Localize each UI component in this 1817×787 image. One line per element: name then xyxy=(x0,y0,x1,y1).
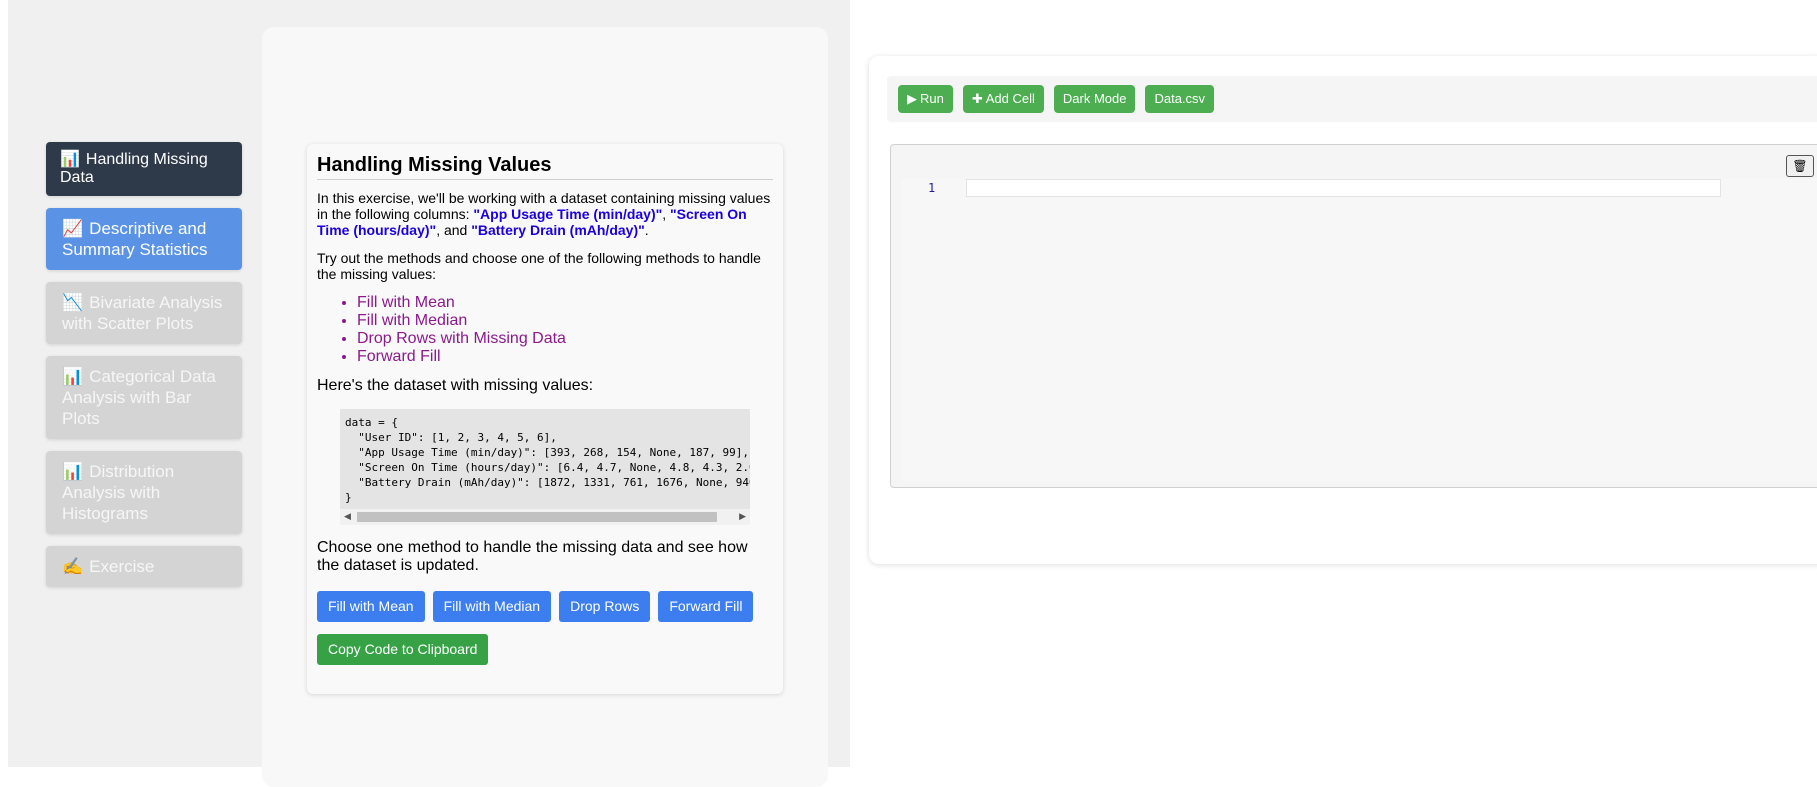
line-number: 1 xyxy=(928,181,936,195)
play-icon: ▶ xyxy=(907,91,917,106)
scroll-left-icon[interactable]: ◀ xyxy=(344,511,351,522)
data-csv-button[interactable]: Data.csv xyxy=(1145,85,1215,113)
drop-rows-button[interactable]: Drop Rows xyxy=(559,591,651,622)
forward-fill-button[interactable]: Forward Fill xyxy=(658,591,754,622)
chart-up-icon: 📈 xyxy=(62,219,84,238)
sidebar-item-handling-missing-data[interactable]: 📊 Handling Missing Data xyxy=(46,142,242,196)
intro-separator: , and xyxy=(436,222,472,238)
run-button[interactable]: ▶ Run xyxy=(898,85,953,113)
method-buttons: Fill with Mean Fill with Median Drop Row… xyxy=(317,591,773,622)
list-item: Fill with Mean xyxy=(357,294,773,312)
sidebar-item-label: Handling Missing Data xyxy=(60,151,208,186)
sidebar-item-categorical-analysis[interactable]: 📊 Categorical Data Analysis with Bar Plot… xyxy=(46,356,242,439)
sidebar-item-exercise[interactable]: ✍️ Exercise xyxy=(46,546,242,587)
add-cell-button[interactable]: ✚ Add Cell xyxy=(962,85,1044,113)
column-name-app-usage: "App Usage Time (min/day)" xyxy=(473,206,663,222)
content-panel: Handling Missing Values In this exercise… xyxy=(262,27,828,787)
bar-chart-icon: 📊 xyxy=(62,462,84,481)
writing-hand-icon: ✍️ xyxy=(62,557,84,576)
choose-method-text: Choose one method to handle the missing … xyxy=(317,539,748,574)
list-item: Fill with Median xyxy=(357,312,773,330)
sidebar-item-label: Exercise xyxy=(89,557,155,576)
code-line-input[interactable] xyxy=(966,179,1721,197)
notebook-panel: ▶ Run ✚ Add Cell Dark Mode Data.csv 🗑 1 xyxy=(869,56,1817,564)
sidebar-item-descriptive-statistics[interactable]: 📈 Descriptive and Summary Statistics xyxy=(46,208,242,270)
intro-text: In this exercise, we'll be working with … xyxy=(317,190,773,238)
copy-code-button[interactable]: Copy Code to Clipboard xyxy=(317,634,489,665)
scrollbar-thumb[interactable] xyxy=(357,512,717,522)
run-label: Run xyxy=(920,91,944,106)
fill-median-button[interactable]: Fill with Median xyxy=(432,591,552,622)
left-pane: 📊 Handling Missing Data 📈 Descriptive and … xyxy=(8,0,850,787)
code-editor[interactable]: 1 xyxy=(901,179,1817,481)
dark-mode-button[interactable]: Dark Mode xyxy=(1053,85,1136,113)
horizontal-scrollbar[interactable]: ◀ ▶ xyxy=(340,509,750,525)
intro-separator: , xyxy=(662,206,671,222)
scroll-right-icon[interactable]: ▶ xyxy=(739,511,746,522)
bar-chart-icon: 📊 xyxy=(62,367,84,386)
trash-icon[interactable]: 🗑 xyxy=(1786,155,1814,177)
dataset-code: data = { "User ID": [1, 2, 3, 4, 5, 6], … xyxy=(345,416,750,504)
intro-text-end: . xyxy=(644,222,649,238)
fill-mean-button[interactable]: Fill with Mean xyxy=(317,591,425,622)
lesson-card: Handling Missing Values In this exercise… xyxy=(307,144,783,694)
chart-down-icon: 📉 xyxy=(62,293,84,312)
sidebar-item-bivariate-analysis[interactable]: 📉 Bivariate Analysis with Scatter Plots xyxy=(46,282,242,344)
add-cell-label: Add Cell xyxy=(985,91,1035,106)
sidebar-item-label: Categorical Data Analysis with Bar Plots xyxy=(62,367,216,428)
sidebar-item-distribution-analysis[interactable]: 📊 Distribution Analysis with Histograms xyxy=(46,451,242,534)
plus-icon: ✚ xyxy=(971,91,983,106)
sidebar-item-label: Descriptive and Summary Statistics xyxy=(62,219,208,259)
sidebar: 📊 Handling Missing Data 📈 Descriptive and … xyxy=(46,142,242,599)
notebook-toolbar: ▶ Run ✚ Add Cell Dark Mode Data.csv xyxy=(887,76,1817,122)
dataset-code-block: data = { "User ID": [1, 2, 3, 4, 5, 6], … xyxy=(340,409,750,525)
list-item: Drop Rows with Missing Data xyxy=(357,330,773,348)
lesson-title: Handling Missing Values xyxy=(317,152,773,180)
list-item: Forward Fill xyxy=(357,348,773,366)
sidebar-item-label: Bivariate Analysis with Scatter Plots xyxy=(62,293,223,333)
dataset-heading: Here's the dataset with missing values: xyxy=(317,377,594,394)
column-name-battery-drain: "Battery Drain (mAh/day)" xyxy=(471,222,645,238)
methods-list: Fill with Mean Fill with Median Drop Row… xyxy=(317,294,773,366)
copy-row: Copy Code to Clipboard xyxy=(317,634,773,665)
code-cell: 🗑 1 xyxy=(890,144,1817,488)
bar-chart-icon: 📊 xyxy=(60,151,80,168)
try-methods-text: Try out the methods and choose one of th… xyxy=(317,250,761,282)
